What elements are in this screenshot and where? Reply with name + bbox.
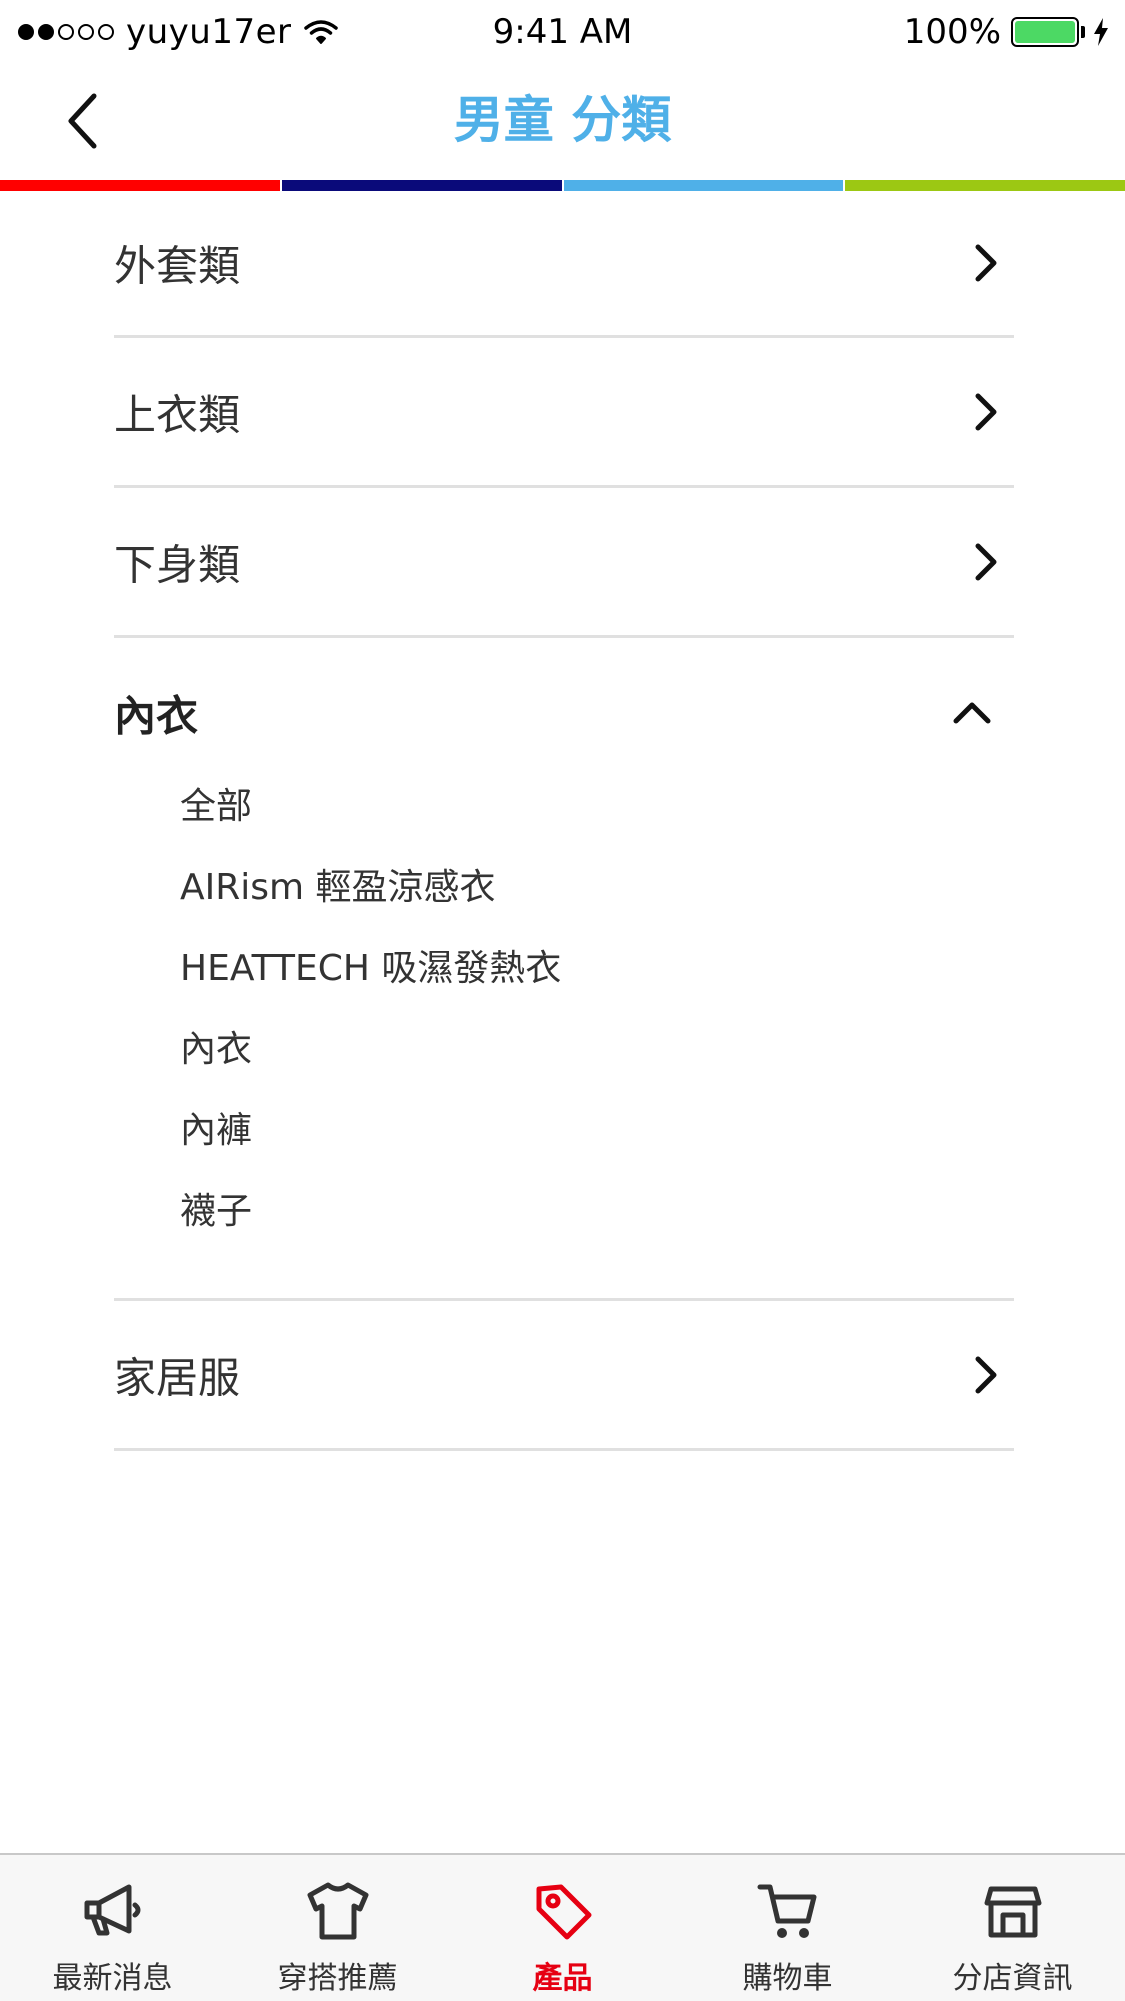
tab-label: 穿搭推薦 (277, 1961, 398, 1996)
strip-red (0, 180, 280, 191)
category-label: 家居服 (114, 1353, 241, 1402)
chevron-up-icon (953, 702, 991, 724)
tab-label: 購物車 (742, 1961, 833, 1996)
tab-label: 分店資訊 (952, 1961, 1073, 1996)
subcategory-list: 全部 AIRism 輕盈涼感衣 HEATTECH 吸濕發熱衣 內衣 內褲 襪子 (180, 766, 561, 1252)
tab-outfits[interactable]: 穿搭推薦 (225, 1855, 450, 2001)
tab-label: 產品 (532, 1961, 593, 1996)
strip-green (845, 180, 1125, 191)
category-label: 內衣 (114, 691, 199, 741)
megaphone-icon (84, 1884, 140, 1936)
store-icon (984, 1886, 1041, 1938)
chevron-right-icon (975, 543, 997, 580)
category-row-outerwear[interactable]: 外套類 (114, 191, 1014, 338)
battery-icon (1011, 17, 1079, 47)
battery-percentage: 100% (903, 12, 1001, 52)
status-bar-right: 100% (904, 12, 1109, 52)
subcategory-item-socks[interactable]: 襪子 (180, 1171, 561, 1252)
subcategory-item-airism[interactable]: AIRism 輕盈涼感衣 (180, 847, 561, 928)
category-label: 下身類 (114, 540, 241, 589)
tag-icon (536, 1884, 591, 1940)
subcategory-item-innerwear[interactable]: 內衣 (180, 1009, 561, 1090)
category-row-loungewear[interactable]: 家居服 (114, 1301, 1014, 1451)
tab-bar: 最新消息 穿搭推薦 產品 購物車 分店資訊 (0, 1853, 1125, 2001)
tab-products[interactable]: 產品 (450, 1855, 675, 2001)
tab-news[interactable]: 最新消息 (0, 1855, 225, 2001)
category-label: 外套類 (114, 241, 241, 291)
category-row-innerwear-expanded: 內衣 全部 AIRism 輕盈涼感衣 HEATTECH 吸濕發熱衣 內衣 內褲 … (114, 638, 1014, 1301)
brand-color-strip (0, 180, 1125, 191)
status-bar: yuyu17er 9:41 AM 100% (0, 0, 1125, 66)
subcategory-item-underpants[interactable]: 內褲 (180, 1090, 561, 1171)
category-label: 上衣類 (114, 390, 241, 439)
category-list: 外套類 上衣類 下身類 內衣 全部 AIRism 輕盈涼感衣 HEATTECH … (114, 191, 1014, 1451)
navigation-bar: 男童 分類 (0, 66, 1125, 180)
charging-bolt-icon (1094, 18, 1108, 46)
cart-icon (757, 1884, 816, 1938)
strip-blue (563, 180, 844, 191)
tab-cart[interactable]: 購物車 (675, 1855, 900, 2001)
tab-stores[interactable]: 分店資訊 (900, 1855, 1125, 2001)
subcategory-item-heattech[interactable]: HEATTECH 吸濕發熱衣 (180, 928, 561, 1009)
subcategory-item-all[interactable]: 全部 (180, 766, 561, 847)
chevron-right-icon (975, 1356, 997, 1393)
tshirt-icon (307, 1882, 368, 1940)
category-row-bottoms[interactable]: 下身類 (114, 488, 1014, 638)
chevron-right-icon (975, 393, 997, 430)
category-row-tops[interactable]: 上衣類 (114, 338, 1014, 488)
page-title: 男童 分類 (453, 91, 672, 149)
battery-cap (1081, 26, 1085, 38)
chevron-right-icon (975, 244, 997, 282)
strip-navy (281, 180, 562, 191)
tab-label: 最新消息 (52, 1961, 173, 1996)
